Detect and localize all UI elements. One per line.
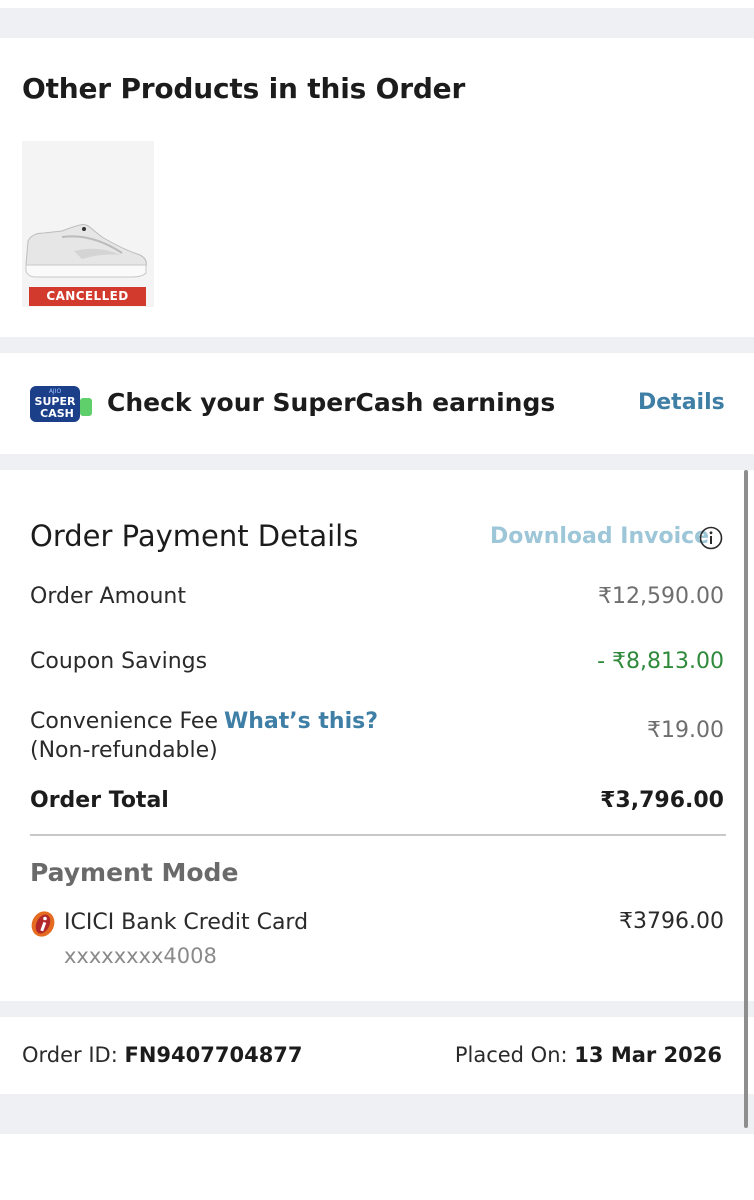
info-icon[interactable] (699, 526, 723, 550)
section-gap (0, 337, 754, 353)
convenience-fee-value: ₹19.00 (647, 718, 724, 743)
coupon-savings-label: Coupon Savings (30, 649, 208, 674)
other-products-title: Other Products in this Order (22, 72, 466, 105)
order-id-value: FN9407704877 (124, 1043, 303, 1067)
order-id-label: Order ID: (22, 1043, 118, 1067)
whats-this-link[interactable]: What’s this? (224, 709, 378, 734)
placed-on-label: Placed On: (454, 1043, 568, 1067)
section-gap (0, 454, 754, 470)
order-amount-label: Order Amount (30, 584, 186, 609)
payment-mode-title: Payment Mode (30, 858, 239, 887)
payment-details-title: Order Payment Details (30, 519, 359, 553)
placed-on: Placed On: 13 Mar 2026 (455, 1043, 722, 1067)
supercash-details-link[interactable]: Details (638, 390, 725, 415)
order-amount-value: ₹12,590.00 (598, 584, 724, 609)
convenience-fee-sublabel: (Non-refundable) (30, 738, 218, 763)
convenience-fee-label: Convenience Fee (30, 709, 218, 734)
divider (30, 834, 726, 836)
placed-on-date: 13 Mar 2026 (574, 1043, 722, 1067)
payment-mode-amount: ₹3796.00 (619, 909, 724, 934)
section-gap (0, 1094, 754, 1134)
scrollbar[interactable] (744, 470, 748, 1128)
section-gap (0, 8, 754, 38)
order-total-value: ₹3,796.00 (600, 788, 724, 813)
svg-text:AJIO: AJIO (49, 388, 62, 395)
icici-bank-icon (30, 910, 56, 938)
coupon-savings-value: - ₹8,813.00 (597, 649, 724, 674)
payment-card-number: xxxxxxxx4008 (64, 944, 217, 968)
order-id: Order ID: FN9407704877 (22, 1043, 303, 1067)
supercash-text: Check your SuperCash earnings (107, 388, 556, 417)
sneaker-image (22, 141, 154, 307)
supercash-logo: AJIO SUPER CASH (30, 384, 92, 424)
product-thumbnail[interactable] (22, 141, 154, 307)
download-invoice-link[interactable]: Download Invoice (490, 524, 709, 549)
payment-bank-name: ICICI Bank Credit Card (64, 910, 309, 935)
svg-text:CASH: CASH (40, 407, 74, 420)
cancelled-badge: CANCELLED (29, 287, 146, 306)
section-gap (0, 1001, 754, 1017)
order-total-label: Order Total (30, 788, 169, 813)
